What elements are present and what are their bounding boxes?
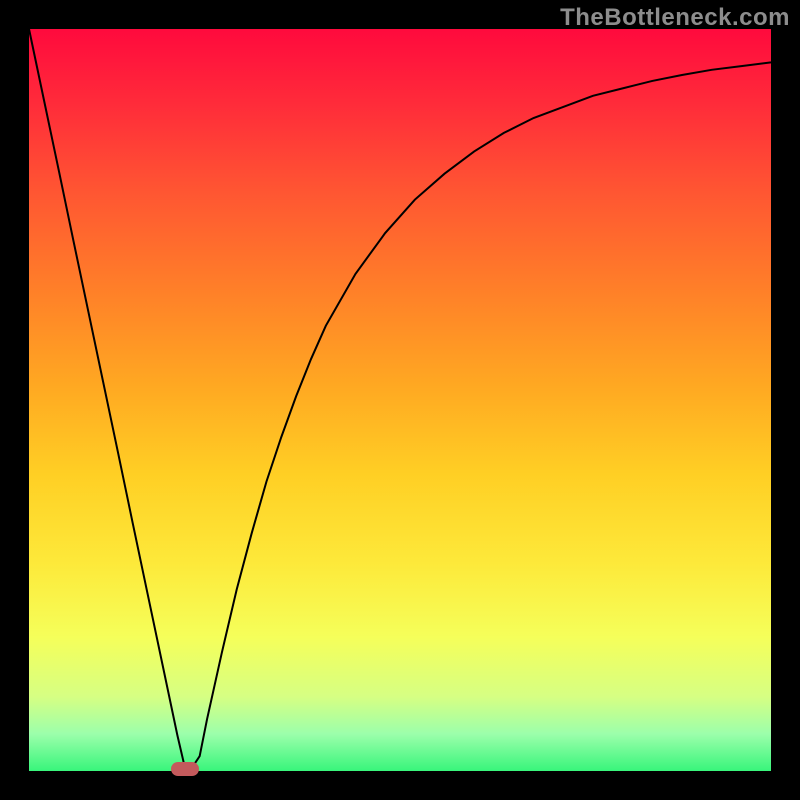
bottleneck-curve — [29, 29, 771, 767]
watermark-text: TheBottleneck.com — [560, 4, 790, 32]
chart-frame: TheBottleneck.com — [0, 0, 800, 800]
optimal-marker — [171, 762, 199, 776]
curve-layer — [29, 29, 771, 771]
